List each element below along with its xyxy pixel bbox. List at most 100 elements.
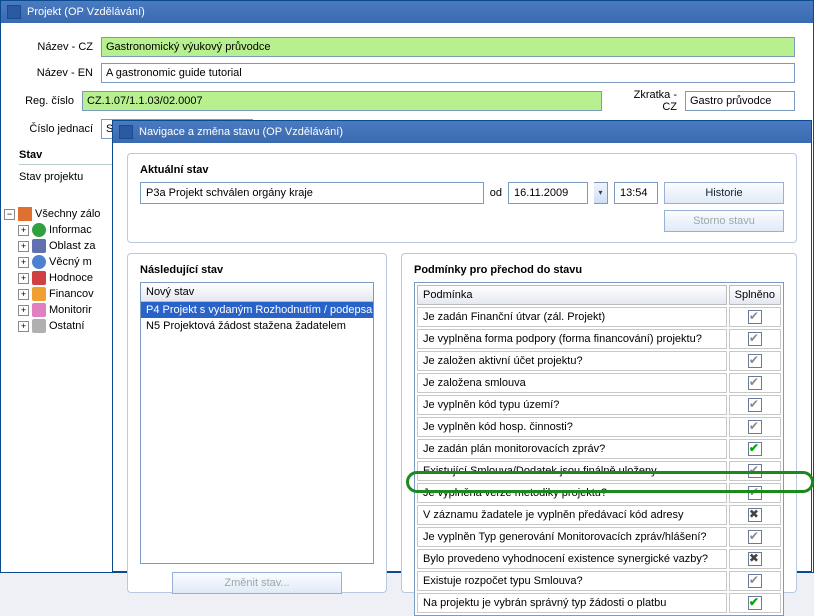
app-icon [119,125,133,139]
label-zkratka: Zkratka - CZ [622,89,677,113]
table-row[interactable]: Na projektu je vybrán správný typ žádost… [417,593,781,613]
tree-item-icon [32,303,46,317]
tree-root-label: Všechny zálo [35,208,100,220]
fieldset-conditions: Podmínky pro přechod do stavu Podmínka S… [401,253,797,593]
expander-icon[interactable]: + [18,305,29,316]
expander-icon[interactable]: + [18,321,29,332]
cond-text: Je vyplněn Typ generování Monitorovacích… [417,527,727,547]
cond-text: Existující Smlouva/Dodatek jsou finálně … [417,461,727,481]
label-od: od [490,187,502,199]
tree-item-label: Monitorir [49,304,92,316]
window-nav: Navigace a změna stavu (OP Vzdělávání) A… [112,120,812,572]
table-row[interactable]: Je založen aktivní účet projektu? [417,351,781,371]
tree-item-icon [32,223,46,237]
cond-check [729,417,781,437]
table-row[interactable]: Je založena smlouva [417,373,781,393]
label-nazev-cz: Název - CZ [19,41,93,53]
input-nazev-cz[interactable] [101,37,795,57]
cond-check [729,571,781,591]
app-icon [7,5,21,19]
tree-item-icon [32,255,46,269]
check-icon [748,420,762,434]
folder-icon [18,207,32,221]
tree-item-icon [32,271,46,285]
input-time[interactable] [614,182,658,204]
table-row[interactable]: Je zadán plán monitorovacích zpráv? [417,439,781,459]
label-nazev-en: Název - EN [19,67,93,79]
nav-window-title: Navigace a změna stavu (OP Vzdělávání) [139,126,343,138]
input-zkratka[interactable] [685,91,795,111]
check-icon [748,332,762,346]
check-icon [748,376,762,390]
check-icon [748,464,762,478]
cond-text: V záznamu žadatele je vyplněn předávací … [417,505,727,525]
cond-text: Je vyplněn kód hosp. činnosti? [417,417,727,437]
table-row[interactable]: Existuje rozpočet typu Smlouva? [417,571,781,591]
listbox-next-states[interactable]: Nový stav P4 Projekt s vydaným Rozhodnut… [140,282,374,564]
expander-icon[interactable]: + [18,257,29,268]
list-item[interactable]: P4 Projekt s vydaným Rozhodnutím / podep… [141,302,373,318]
cond-check [729,483,781,503]
button-historie[interactable]: Historie [664,182,784,204]
fieldset-aktualni: Aktuální stav od ▾ Historie Storno stavu [127,153,797,243]
input-current-state[interactable] [140,182,484,204]
expander-icon[interactable]: + [18,273,29,284]
tree-item-label: Věcný m [49,256,92,268]
expander-icon[interactable]: + [18,225,29,236]
window-title: Projekt (OP Vzdělávání) [27,6,145,18]
titlebar-nav[interactable]: Navigace a změna stavu (OP Vzdělávání) [113,121,811,143]
cond-text: Je vyplněna verze metodiky projektu? [417,483,727,503]
label-cislo: Číslo jednací [19,123,93,135]
expander-icon[interactable]: + [18,289,29,300]
col-podminka[interactable]: Podmínka [417,285,727,305]
cond-text: Existuje rozpočet typu Smlouva? [417,571,727,591]
list-item[interactable]: N5 Projektová žádost stažena žadatelem [141,318,373,334]
table-row[interactable]: Bylo provedeno vyhodnocení existence syn… [417,549,781,569]
table-row[interactable]: Je vyplněna forma podpory (forma financo… [417,329,781,349]
check-icon [748,530,762,544]
table-row[interactable]: Je vyplněn Typ generování Monitorovacích… [417,527,781,547]
cond-check [729,461,781,481]
label-stav-projektu: Stav projektu [19,171,93,183]
cond-check [729,527,781,547]
label-reg: Reg. číslo [19,95,74,107]
tree-item-icon [32,287,46,301]
tree-item-label: Financov [49,288,94,300]
expander-icon[interactable]: − [4,209,15,220]
dropdown-icon[interactable]: ▾ [594,182,608,204]
input-date[interactable] [508,182,588,204]
cond-text: Je založena smlouva [417,373,727,393]
titlebar-project[interactable]: Projekt (OP Vzdělávání) [1,1,813,23]
legend-next: Následující stav [140,264,374,276]
table-row[interactable]: Je vyplněn kód typu území? [417,395,781,415]
input-nazev-en[interactable] [101,63,795,83]
col-splneno[interactable]: Splněno [729,285,781,305]
cond-check [729,329,781,349]
tree-item-icon [32,319,46,333]
check-icon [748,574,762,588]
tree-item-label: Oblast za [49,240,95,252]
check-icon [748,354,762,368]
table-row[interactable]: Je vyplněn kód hosp. činnosti? [417,417,781,437]
check-icon [748,508,762,522]
cond-check [729,549,781,569]
legend-conditions: Podmínky pro přechod do stavu [414,264,784,276]
cond-check [729,439,781,459]
cond-text: Je zadán plán monitorovacích zpráv? [417,439,727,459]
table-row[interactable]: Je vyplněna verze metodiky projektu? [417,483,781,503]
fieldset-next: Následující stav Nový stav P4 Projekt s … [127,253,387,593]
legend-aktualni: Aktuální stav [140,164,784,176]
table-conditions: Podmínka Splněno Je zadán Finanční útvar… [414,282,784,616]
check-icon [748,596,762,610]
table-row[interactable]: V záznamu žadatele je vyplněn předávací … [417,505,781,525]
table-row[interactable]: Existující Smlouva/Dodatek jsou finálně … [417,461,781,481]
cond-check [729,505,781,525]
button-zmenit-stav[interactable]: Změnit stav... [172,572,342,594]
button-storno[interactable]: Storno stavu [664,210,784,232]
cond-check [729,373,781,393]
cond-text: Je založen aktivní účet projektu? [417,351,727,371]
listbox-header[interactable]: Nový stav [141,283,373,302]
expander-icon[interactable]: + [18,241,29,252]
table-row[interactable]: Je zadán Finanční útvar (zál. Projekt) [417,307,781,327]
input-reg[interactable] [82,91,602,111]
